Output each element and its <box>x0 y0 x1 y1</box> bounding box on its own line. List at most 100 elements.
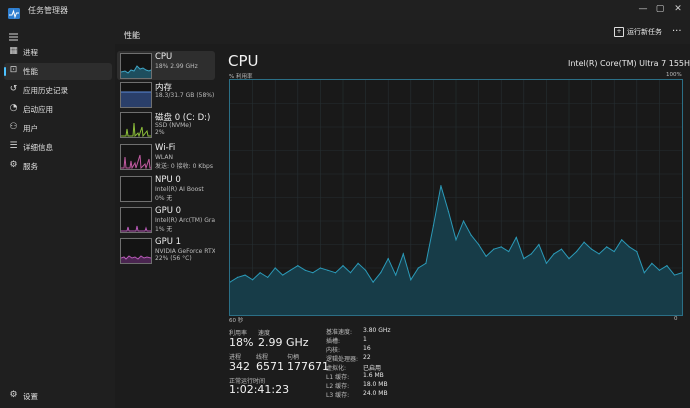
sidebar-item-startup-apps[interactable]: ◔ 启动应用 <box>4 101 112 118</box>
cpu-utilization-point <box>230 281 231 283</box>
cpu-utilization-point <box>267 276 269 278</box>
sidebar-item-label: 启动应用 <box>23 105 53 114</box>
sidebar-item-label: 性能 <box>23 67 38 76</box>
title-bar <box>0 0 690 20</box>
cpu-utilization-point <box>530 253 532 255</box>
resource-item-npu[interactable]: NPU 0 Intel(R) AI Boost 0% 无 <box>117 174 215 203</box>
detail-key: L3 缓存: <box>326 392 350 399</box>
detail-value: 16 <box>363 345 371 352</box>
resource-detail: NVIDIA GeForce RTX . <box>155 248 215 255</box>
resource-item-wifi[interactable]: Wi-Fi WLAN 发送: 0 接收: 0 Kbps <box>117 142 215 171</box>
cpu-utilization-point <box>410 279 412 281</box>
resource-name: GPU 1 <box>155 237 182 247</box>
sidebar-item-details[interactable]: ☰ 详细信息 <box>4 139 112 156</box>
resource-thumbnail <box>120 82 152 108</box>
resource-detail: 18% 2.99 GHz <box>155 63 198 70</box>
cpu-utilization-point <box>621 239 623 241</box>
detail-value: 22 <box>363 354 371 361</box>
detail-value: 18.0 MB <box>363 381 388 388</box>
cpu-utilization-point <box>470 234 472 236</box>
sidebar-item-settings[interactable]: ⚙ 设置 <box>4 388 112 405</box>
x-axis-left-label: 60 秒 <box>229 318 244 324</box>
x-axis-right-label: 0 <box>674 316 678 322</box>
cpu-utilization-point <box>643 272 645 274</box>
sidebar-item-processes[interactable]: ▦ 进程 <box>4 44 112 61</box>
cpu-utilization-point <box>425 262 427 264</box>
users-icon: ⚇ <box>9 122 18 132</box>
sidebar-item-services[interactable]: ⚙ 服务 <box>4 158 112 175</box>
cpu-utilization-point <box>357 262 359 264</box>
cpu-utilization-point <box>349 272 352 274</box>
processes-value: 342 <box>229 360 250 373</box>
cpu-utilization-point <box>538 243 540 246</box>
window-title: 任务管理器 <box>28 6 68 15</box>
detail-key: 虚拟化: <box>326 365 347 372</box>
detail-value: 1 <box>363 336 367 343</box>
cpu-utilization-point <box>319 267 321 269</box>
resource-detail: 2% <box>155 129 165 136</box>
details-icon: ☰ <box>9 141 18 151</box>
hamburger-icon[interactable] <box>8 28 20 41</box>
run-new-task-button[interactable]: + 运行新任务 <box>614 27 662 41</box>
detail-key: 插槽: <box>326 338 341 345</box>
detail-key: L1 缓存: <box>326 374 350 381</box>
cpu-utilization-point <box>447 211 450 213</box>
run-new-task-label: 运行新任务 <box>627 28 662 36</box>
cpu-utilization-point <box>455 239 457 241</box>
cpu-utilization-point <box>312 272 314 274</box>
cpu-title: CPU <box>228 52 259 70</box>
minimize-button[interactable]: — <box>634 2 652 16</box>
cpu-utilization-point <box>334 272 337 274</box>
cpu-utilization-point <box>440 185 442 187</box>
cpu-utilization-point <box>289 269 291 271</box>
sidebar-item-app-history[interactable]: ↺ 应用历史记录 <box>4 82 112 99</box>
cpu-utilization-point <box>462 220 465 222</box>
handles-value: 177671 <box>287 360 329 373</box>
cpu-utilization-point <box>568 258 570 260</box>
detail-key: 基准速度: <box>326 329 353 336</box>
cpu-utilization-point <box>485 255 487 257</box>
y-axis-max-label: 100% <box>666 72 682 78</box>
cpu-utilization-point <box>342 265 344 267</box>
detail-key: 内核: <box>326 347 341 354</box>
cpu-utilization-point <box>282 274 284 276</box>
sidebar-item-performance[interactable]: ⊡ 性能 <box>4 63 112 80</box>
sidebar-item-label: 用户 <box>23 124 38 133</box>
maximize-button[interactable]: ▢ <box>651 2 669 16</box>
resource-item-gpu1[interactable]: GPU 1 NVIDIA GeForce RTX . 22% (56 °C) <box>117 236 215 265</box>
resource-detail: 1% 无 <box>155 226 173 233</box>
detail-key: 逻辑处理器: <box>326 356 359 363</box>
detail-key: L2 缓存: <box>326 383 350 390</box>
cpu-utilization-point <box>304 269 306 271</box>
speed-value: 2.99 GHz <box>258 336 309 349</box>
resource-thumbnail <box>120 144 152 170</box>
cpu-utilization-point <box>417 267 419 269</box>
close-button[interactable]: ✕ <box>669 2 687 16</box>
cpu-utilization-point <box>387 258 389 260</box>
cpu-utilization-point <box>553 253 555 255</box>
resource-name: CPU <box>155 52 173 62</box>
cpu-utilization-point <box>274 267 276 269</box>
resource-detail: WLAN <box>155 154 174 161</box>
cpu-utilization-point <box>681 272 682 274</box>
gear-icon: ⚙ <box>9 390 18 400</box>
cpu-utilization-point <box>432 225 434 227</box>
resource-item-memory[interactable]: 内存 18.3/31.7 GB (58%) <box>117 80 215 109</box>
resource-item-gpu0[interactable]: GPU 0 Intel(R) Arc(TM) Grap. 1% 无 <box>117 205 215 234</box>
resource-item-cpu[interactable]: CPU 18% 2.99 GHz <box>117 51 215 80</box>
cpu-utilization-point <box>658 269 660 271</box>
cpu-utilization-point <box>628 246 630 248</box>
resource-name: NPU 0 <box>155 175 181 185</box>
cpu-utilization-point <box>583 241 585 243</box>
services-icon: ⚙ <box>9 160 18 170</box>
resource-detail: Intel(R) AI Boost <box>155 186 204 193</box>
header-bar <box>115 20 690 44</box>
cpu-utilization-point <box>666 265 668 267</box>
resource-thumbnail <box>120 53 152 79</box>
sidebar-item-users[interactable]: ⚇ 用户 <box>4 120 112 137</box>
processes-icon: ▦ <box>9 46 18 56</box>
resource-item-disk[interactable]: 磁盘 0 (C: D:) SSD (NVMe) 2% <box>117 110 215 139</box>
detail-value: 1.6 MB <box>363 372 384 379</box>
cpu-utilization-point <box>651 262 653 264</box>
more-options-button[interactable]: ··· <box>672 26 682 37</box>
